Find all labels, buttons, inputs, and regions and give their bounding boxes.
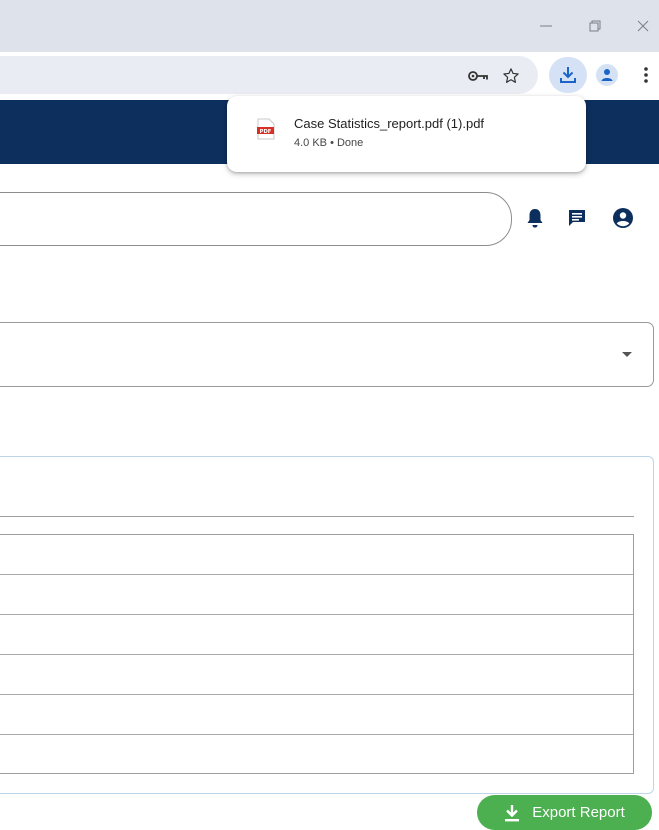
restore-icon[interactable] [583,14,607,38]
more-vert-icon[interactable] [636,64,656,86]
export-report-label: Export Report [532,804,625,821]
pdf-file-icon: PDF [257,118,275,145]
download-popup: PDF Case Statistics_report.pdf (1).pdf 4… [227,96,586,172]
select-dropdown[interactable] [0,322,654,387]
close-icon[interactable] [631,14,655,38]
report-table [0,534,634,774]
star-icon[interactable] [499,64,523,88]
minimize-icon[interactable] [534,14,558,38]
table-row [0,615,633,655]
export-report-button[interactable]: Export Report [477,795,652,830]
key-icon[interactable] [466,64,490,88]
downloads-button[interactable] [549,57,587,93]
account-circle-icon[interactable] [610,205,636,231]
table-row [0,695,633,735]
table-row [0,575,633,615]
download-file-name[interactable]: Case Statistics_report.pdf (1).pdf [294,116,484,131]
search-input[interactable] [0,192,512,246]
table-row [0,735,633,775]
download-status: 4.0 KB • Done [294,137,364,149]
table-row [0,535,633,575]
message-icon[interactable] [564,205,590,231]
download-icon [504,804,520,822]
svg-text:PDF: PDF [260,129,272,135]
table-row [0,655,633,695]
browser-titlebar [0,0,659,52]
profile-icon[interactable] [596,64,618,86]
bell-icon[interactable] [522,205,548,231]
download-icon [557,64,579,86]
address-bar[interactable] [0,56,538,94]
caret-down-icon[interactable] [622,352,632,357]
card-divider [0,516,634,517]
